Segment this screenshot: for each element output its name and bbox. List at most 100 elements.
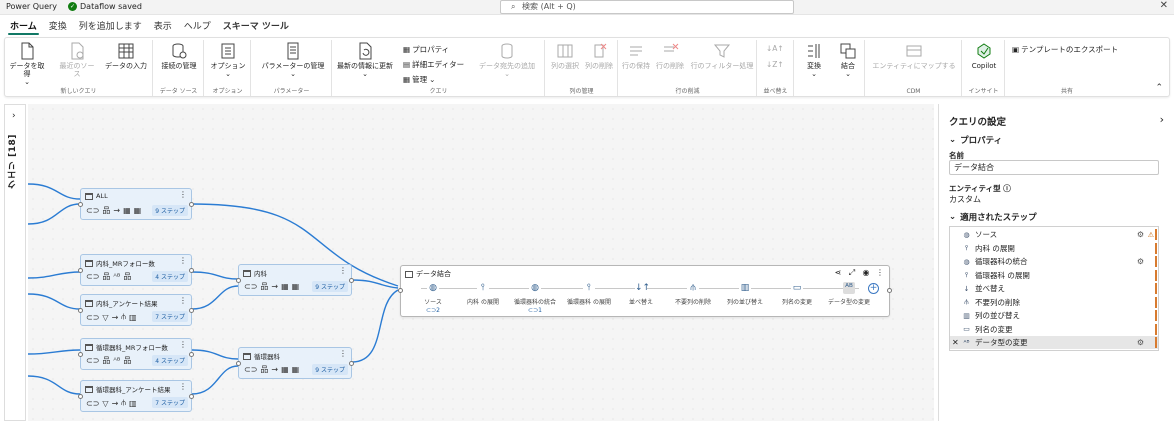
add-step-button[interactable]: + (868, 283, 879, 294)
delete-step-icon[interactable]: ✕ (952, 338, 959, 347)
more-options-icon[interactable]: ⋮ (339, 349, 347, 358)
query-node-junkan[interactable]: 循環器科 ⋮ ⊂⊃ 品 → ▦ ▦ 9 ステップ (236, 347, 354, 379)
step-sort[interactable]: ↓↑ 並べ替え (611, 282, 671, 306)
query-node-all[interactable]: ALL ⋮ ⊂⊃ 品 → ▦ ▦ 9 ステップ (78, 188, 194, 220)
data-type-icon: ᴬᴮ (843, 282, 855, 294)
recent-sources-button[interactable]: 最近のソース (57, 42, 97, 78)
properties-section-header[interactable]: ⌄ プロパティ (949, 134, 1002, 146)
applied-steps-section-header[interactable]: ⌄ 適用されたステップ (949, 211, 1037, 223)
query-name-input[interactable]: データ結合 (949, 160, 1159, 175)
remove-columns-button[interactable]: 列の削除 (582, 42, 616, 70)
sort-descending-button[interactable]: ↓Z↑ (766, 60, 784, 69)
tab-transform[interactable]: 変換 (43, 16, 73, 36)
applied-step-reorder-columns[interactable]: ▥ 列の並び替え (950, 309, 1158, 322)
applied-step-change-type[interactable]: ✕ ᴬᴮ データ型の変更 ⚙ (950, 336, 1158, 350)
properties-button[interactable]: ▦ プロパティ (403, 44, 449, 55)
tab-add-column[interactable]: 列を追加します (73, 16, 148, 36)
gear-icon[interactable]: ⚙ (1137, 338, 1144, 347)
group-label-reduce-rows: 行の削減 (675, 88, 700, 95)
refresh-icon (359, 42, 372, 60)
manage-parameters-label: パラメーターの管理 (261, 62, 325, 70)
tab-help[interactable]: ヘルプ (178, 16, 217, 36)
remove-column-icon: ⫛ (964, 297, 969, 306)
search-input[interactable]: ⌕ 検索 (Alt + Q) (500, 0, 794, 14)
transform-button[interactable]: 変換 ⌄ (799, 42, 829, 78)
remove-rows-button[interactable]: 行の削除 (655, 42, 685, 70)
applied-step-expand-junkan[interactable]: ⫯ 循環器科 の展開 (950, 269, 1158, 282)
step-count-badge[interactable]: 9 ステップ (312, 364, 348, 375)
tab-home[interactable]: ホーム (4, 16, 43, 36)
collapse-ribbon-icon[interactable]: ⌃ (1155, 83, 1163, 93)
tab-schema-tools[interactable]: スキーマ ツール (217, 16, 295, 36)
arrow-icon: → (271, 282, 279, 291)
step-count-badge[interactable]: 9 ステップ (312, 281, 348, 292)
globe-icon[interactable]: ◉ (861, 268, 871, 278)
applied-step-remove-columns[interactable]: ⫛ 不要列の削除 (950, 296, 1158, 309)
share-icon[interactable]: ⋖ (833, 268, 843, 278)
collapse-chevron-icon[interactable]: › (1160, 113, 1164, 126)
query-node-junkan-mr[interactable]: 循環器科_MRフォロー数 ⋮ ⊂⊃ 品 ᴬᴮ 品 4 ステップ (78, 338, 194, 370)
more-options-icon[interactable]: ⋮ (875, 268, 885, 278)
step-rename-columns[interactable]: ▭ 列名の変更 (767, 282, 827, 306)
refresh-button[interactable]: 最新の情報に更新 ⌄ (335, 42, 395, 78)
step-count-badge[interactable]: 4 ステップ (152, 271, 188, 282)
enter-data-button[interactable]: データの入力 (105, 42, 147, 70)
manage-connections-button[interactable]: 接続の管理 (158, 42, 200, 70)
keep-rows-button[interactable]: 行の保持 (621, 42, 651, 70)
query-node-naika[interactable]: 内科 ⋮ ⊂⊃ 品 → ▦ ▦ 9 ステップ (236, 264, 354, 296)
filter-rows-button[interactable]: 行のフィルター処理 (689, 42, 755, 70)
applied-step-merge-junkan[interactable]: ◍ 循環器科の統合 ⚙ (950, 255, 1158, 268)
export-template-button[interactable]: ▣ テンプレートのエクスポート (1012, 44, 1118, 55)
diagram-canvas[interactable]: ALL ⋮ ⊂⊃ 品 → ▦ ▦ 9 ステップ 内科_MRフォロー数 ⋮ ⊂⊃ 品 ᴬᴮ 品 … (28, 104, 934, 421)
map-to-entity-button[interactable]: エンティティにマップする (870, 42, 958, 70)
query-node-junkan-ank[interactable]: 循環器科_アンケート結果 ⋮ ⊂⊃ ▽ → ⫛ ▥ 7 ステップ (78, 380, 194, 412)
choose-columns-button[interactable]: 列の選択 (548, 42, 582, 70)
more-options-icon[interactable]: ⋮ (179, 296, 187, 305)
close-icon[interactable]: ✕ (1160, 0, 1168, 11)
group-label-options: オプション (212, 88, 243, 95)
step-reorder-columns[interactable]: ▥ 列の並び替え (715, 282, 775, 306)
merge-query-node[interactable]: データ結合 ⋖ ⤢ ◉ ⋮ ◍ ソース ⊂⊃2 ⫯ 内科 の展開 ◍ 循環器科の統合 ⊂⊃… (398, 265, 892, 317)
more-options-icon[interactable]: ⋮ (179, 256, 187, 265)
applied-step-expand-naika[interactable]: ⫯ 内科 の展開 (950, 242, 1158, 255)
applied-step-source[interactable]: ◍ ソース ⚙ ⚠ (950, 228, 1158, 241)
sort-ascending-button[interactable]: ↓A↑ (766, 44, 784, 53)
copilot-button[interactable]: Copilot (967, 42, 1001, 70)
step-count-badge[interactable]: 9 ステップ (152, 205, 188, 216)
combine-button[interactable]: 結合 ⌄ (833, 42, 863, 78)
expand-icon[interactable]: ⤢ (847, 268, 857, 278)
info-icon[interactable]: ⓘ (1003, 184, 1011, 193)
step-merge-junkan[interactable]: ◍ 循環器科の統合 ⊂⊃1 (505, 282, 565, 314)
step-count-badge[interactable]: 4 ステップ (152, 355, 188, 366)
query-node-naika-ank[interactable]: 内科_アンケート結果 ⋮ ⊂⊃ ▽ → ⫛ ▥ 7 ステップ (78, 294, 194, 326)
tab-view[interactable]: 表示 (148, 16, 178, 36)
options-button[interactable]: オプション ⌄ (209, 42, 247, 78)
advanced-editor-button[interactable]: ▤ 詳細エディター (403, 59, 464, 70)
applied-step-label: 内科 の展開 (975, 243, 1015, 253)
manage-parameters-button[interactable]: パラメーターの管理 ⌄ (258, 42, 328, 78)
refresh-label: 最新の情報に更新 (337, 62, 393, 70)
gear-icon[interactable]: ⚙ (1137, 257, 1144, 266)
step-count-badge[interactable]: 7 ステップ (152, 311, 188, 322)
manage-button[interactable]: ▦ 管理 ⌄ (403, 74, 435, 85)
more-options-icon[interactable]: ⋮ (179, 382, 187, 391)
transform-icon (808, 44, 820, 58)
applied-step-sort[interactable]: ↓ 並べ替え (950, 282, 1158, 295)
step-remove-columns[interactable]: ⫛ 不要列の削除 (663, 282, 723, 306)
search-icon: ⌕ (511, 2, 516, 11)
step-expand-junkan[interactable]: ⫯ 循環器科 の展開 (559, 282, 619, 306)
expand-chevron-icon[interactable]: › (12, 111, 16, 121)
step-expand-naika[interactable]: ⫯ 内科 の展開 (453, 282, 513, 306)
expand-column-icon: ⫯ (583, 282, 595, 294)
hierarchy-icon: 品 (123, 272, 132, 281)
query-node-naika-mr[interactable]: 内科_MRフォロー数 ⋮ ⊂⊃ 品 ᴬᴮ 品 4 ステップ (78, 254, 194, 286)
more-options-icon[interactable]: ⋮ (179, 340, 187, 349)
applied-step-rename-columns[interactable]: ▭ 列名の変更 (950, 323, 1158, 336)
gear-icon[interactable]: ⚙ (1137, 230, 1144, 239)
more-options-icon[interactable]: ⋮ (179, 190, 187, 199)
step-count-badge[interactable]: 7 ステップ (152, 397, 188, 408)
entity-type-label-text: エンティティ型 (949, 184, 1001, 193)
more-options-icon[interactable]: ⋮ (339, 266, 347, 275)
get-data-button[interactable]: データを取得 ⌄ (9, 42, 45, 86)
add-destination-button[interactable]: データ宛先の追加 ⌄ (471, 42, 543, 78)
